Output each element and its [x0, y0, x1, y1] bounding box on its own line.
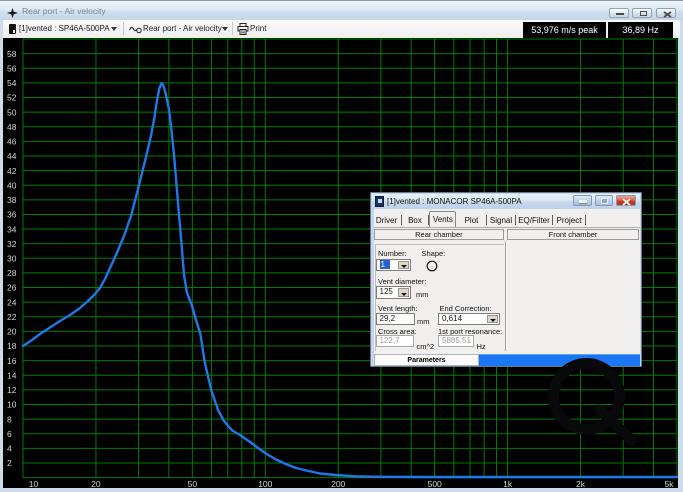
svg-text:54: 54	[7, 78, 17, 88]
svg-text:18: 18	[7, 341, 17, 351]
svg-text:14: 14	[7, 371, 17, 381]
svg-text:12: 12	[7, 385, 17, 395]
svg-text:6: 6	[7, 429, 12, 439]
svg-text:32: 32	[7, 239, 17, 249]
svg-text:40: 40	[7, 180, 17, 190]
svg-text:38: 38	[7, 195, 17, 205]
svg-text:46: 46	[7, 137, 17, 147]
svg-text:200: 200	[331, 479, 345, 488]
svg-text:50: 50	[188, 479, 198, 488]
svg-text:10: 10	[29, 479, 39, 488]
svg-text:44: 44	[7, 151, 17, 161]
svg-text:26: 26	[7, 283, 17, 293]
svg-text:56: 56	[7, 63, 17, 73]
svg-text:20: 20	[91, 479, 101, 488]
svg-text:10: 10	[7, 400, 17, 410]
svg-text:24: 24	[7, 297, 17, 307]
svg-text:52: 52	[7, 93, 17, 103]
svg-text:34: 34	[7, 224, 17, 234]
svg-text:8: 8	[7, 414, 12, 424]
svg-text:36: 36	[7, 210, 17, 220]
svg-text:30: 30	[7, 254, 17, 264]
svg-text:2k: 2k	[576, 479, 586, 488]
svg-text:2: 2	[7, 458, 12, 468]
svg-text:1k: 1k	[503, 479, 513, 488]
svg-text:48: 48	[7, 122, 17, 132]
svg-text:22: 22	[7, 312, 17, 322]
svg-text:5k: 5k	[665, 479, 675, 488]
svg-text:4: 4	[7, 444, 12, 454]
svg-text:500: 500	[428, 479, 442, 488]
svg-text:16: 16	[7, 356, 17, 366]
svg-text:42: 42	[7, 166, 17, 176]
svg-text:50: 50	[7, 107, 17, 117]
svg-text:20: 20	[7, 327, 17, 337]
svg-text:100: 100	[258, 479, 272, 488]
svg-text:58: 58	[7, 49, 17, 59]
svg-text:28: 28	[7, 268, 17, 278]
